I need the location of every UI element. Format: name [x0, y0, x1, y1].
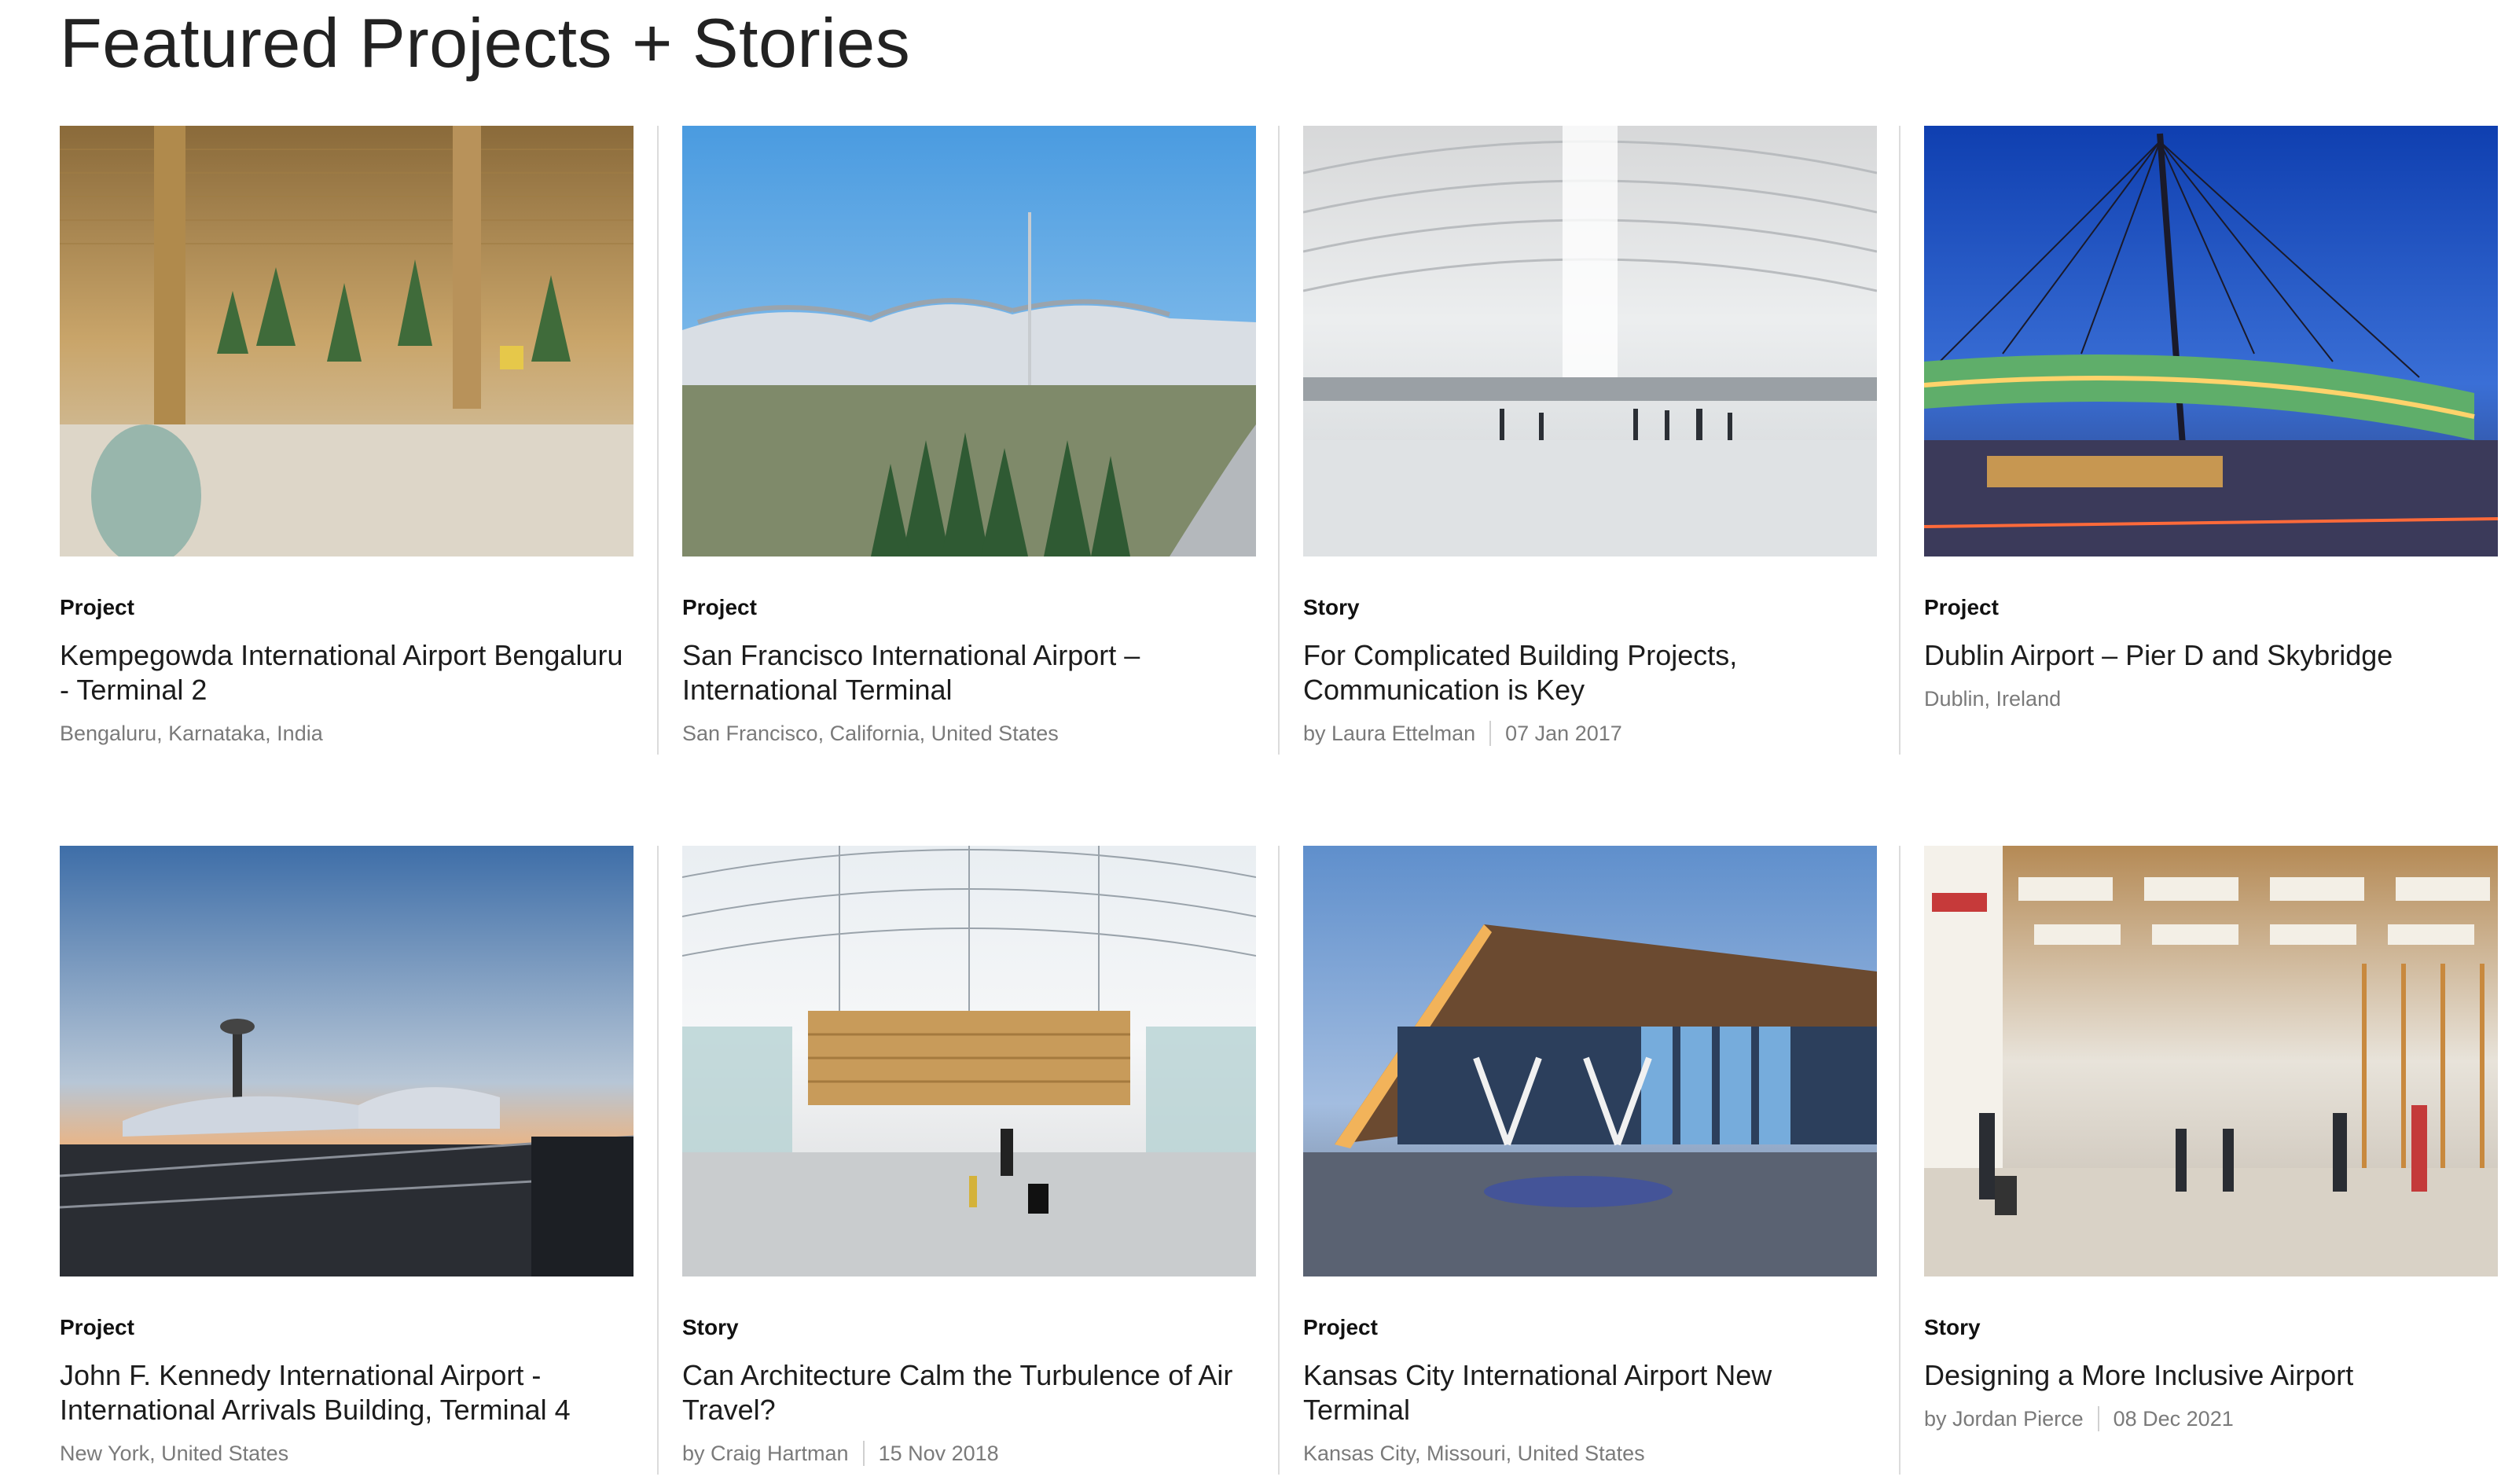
card-kind: Project	[682, 595, 757, 619]
location-text: Kansas City, Missouri, United States	[1303, 1442, 1645, 1465]
story-card[interactable]: Story For Complicated Building Projects,…	[1278, 126, 1877, 755]
card-image[interactable]	[60, 126, 634, 556]
card-byline: by Laura Ettelman 07 Jan 2017	[1303, 720, 1875, 747]
card-location: San Francisco, California, United States	[682, 720, 1254, 747]
card-kind: Story	[1924, 1315, 1981, 1339]
card-image[interactable]	[1924, 846, 2498, 1276]
card-byline: by Jordan Pierce 08 Dec 2021	[1924, 1405, 2496, 1432]
project-card[interactable]: Project Kansas City International Airpor…	[1278, 846, 1877, 1475]
story-card[interactable]: Story Designing a More Inclusive Airport…	[1899, 846, 2498, 1475]
page-title: Featured Projects + Stories	[60, 4, 911, 82]
card-title[interactable]: For Complicated Building Projects, Commu…	[1303, 638, 1877, 707]
card-kind: Project	[1303, 1315, 1378, 1339]
card-title[interactable]: Kempegowda International Airport Bengalu…	[60, 638, 634, 707]
project-card[interactable]: Project Dublin Airport – Pier D and Skyb…	[1899, 126, 2498, 755]
location-text: Bengaluru, Karnataka, India	[60, 722, 323, 745]
card-title[interactable]: Designing a More Inclusive Airport	[1924, 1358, 2498, 1393]
project-card[interactable]: Project John F. Kennedy International Ai…	[60, 846, 657, 1475]
card-title[interactable]: Kansas City International Airport New Te…	[1303, 1358, 1877, 1427]
author-text[interactable]: by Jordan Pierce	[1924, 1405, 2084, 1432]
story-card[interactable]: Story Can Architecture Calm the Turbulen…	[657, 846, 1256, 1475]
location-text: Dublin, Ireland	[1924, 687, 2062, 711]
card-kind: Project	[60, 1315, 134, 1339]
date-text: 08 Dec 2021	[2113, 1407, 2234, 1431]
meta-divider	[1489, 721, 1492, 746]
meta-divider	[862, 1441, 865, 1466]
grid-row: Project John F. Kennedy International Ai…	[0, 846, 2512, 1475]
card-image[interactable]	[682, 126, 1256, 556]
card-image[interactable]	[1924, 126, 2498, 556]
card-kind: Story	[682, 1315, 739, 1339]
card-location: Bengaluru, Karnataka, India	[60, 720, 657, 747]
location-text: San Francisco, California, United States	[682, 722, 1059, 745]
card-image[interactable]	[1303, 846, 1877, 1276]
card-location: New York, United States	[60, 1440, 657, 1467]
grid-row: Project Kempegowda International Airport…	[0, 126, 2512, 755]
card-image[interactable]	[682, 846, 1256, 1276]
author-text[interactable]: by Laura Ettelman	[1303, 720, 1475, 747]
location-text: New York, United States	[60, 1442, 289, 1465]
project-card[interactable]: Project San Francisco International Airp…	[657, 126, 1256, 755]
card-byline: by Craig Hartman 15 Nov 2018	[682, 1440, 1254, 1467]
card-kind: Project	[60, 595, 134, 619]
card-kind: Project	[1924, 595, 1999, 619]
card-title[interactable]: Dublin Airport – Pier D and Skybridge	[1924, 638, 2498, 673]
date-text: 15 Nov 2018	[878, 1442, 999, 1465]
date-text: 07 Jan 2017	[1505, 722, 1622, 745]
card-kind: Story	[1303, 595, 1360, 619]
card-location: Dublin, Ireland	[1924, 685, 2496, 712]
card-image[interactable]	[60, 846, 634, 1276]
card-title[interactable]: Can Architecture Calm the Turbulence of …	[682, 1358, 1256, 1427]
meta-divider	[2097, 1406, 2099, 1431]
card-title[interactable]: San Francisco International Airport – In…	[682, 638, 1256, 707]
project-card[interactable]: Project Kempegowda International Airport…	[60, 126, 657, 755]
card-location: Kansas City, Missouri, United States	[1303, 1440, 1875, 1467]
card-title[interactable]: John F. Kennedy International Airport - …	[60, 1358, 634, 1427]
card-image[interactable]	[1303, 126, 1877, 556]
author-text[interactable]: by Craig Hartman	[682, 1440, 849, 1467]
